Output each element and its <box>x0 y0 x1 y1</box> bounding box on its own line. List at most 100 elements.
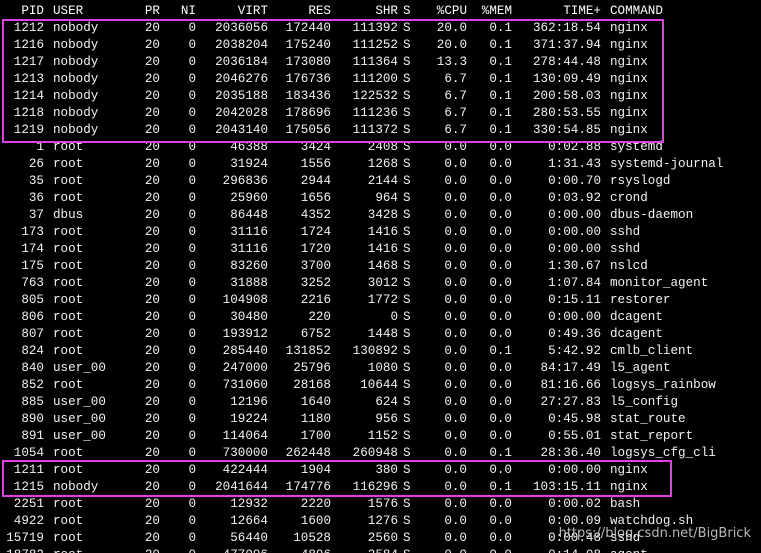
header-ni[interactable]: NI <box>166 3 196 20</box>
cell-mem: 0.0 <box>472 547 512 553</box>
cell-res: 2944 <box>300 174 331 188</box>
cell-ni: 0 <box>188 174 196 188</box>
cell-command: bash <box>610 497 641 511</box>
process-row[interactable]: 852 root 20 0 731060 28168 10644 S 0.0 0.0 81:16.6… <box>0 377 761 394</box>
process-row[interactable]: 807 root 20 0 193912 6752 1448 S 0.0 0.0 0:49.36 dc… <box>0 326 761 343</box>
cell-s: S <box>403 106 411 120</box>
cell-mem: 0.0 <box>489 174 512 188</box>
process-row[interactable]: 174 root 20 0 31116 1720 1416 S 0.0 0.0 0:00.00 ssh… <box>0 241 761 258</box>
cell-pr: 20 <box>144 191 160 205</box>
cell-virt: 83260 <box>230 259 268 273</box>
header-virt[interactable]: VIRT <box>200 3 268 20</box>
process-row[interactable]: 1211 root 20 0 422444 1904 380 S 0.0 0.0 0:00.00 ng… <box>0 462 761 479</box>
cell-pid: 1211 <box>13 463 44 477</box>
cell-command: nginx <box>610 106 648 120</box>
cell-user: nobody <box>53 72 99 86</box>
cell-command: restorer <box>610 293 671 307</box>
process-row[interactable]: 1219 nobody 20 0 2043140 175056 111372 S 6.7 0.1 3… <box>0 122 761 139</box>
cell-mem: 0.1 <box>489 55 512 69</box>
process-row[interactable]: 885 user_00 20 0 12196 1640 624 S 0.0 0.0 27:27.83… <box>0 394 761 411</box>
cell-virt: 296836 <box>222 174 268 188</box>
process-row[interactable]: 805 root 20 0 104908 2216 1772 S 0.0 0.0 0:15.11 re… <box>0 292 761 309</box>
header-pr[interactable]: PR <box>130 3 160 20</box>
process-row[interactable]: 1213 nobody 20 0 2046276 176736 111200 S 6.7 0.1 1… <box>0 71 761 88</box>
header-pid[interactable]: PID <box>0 3 44 20</box>
header-time[interactable]: TIME+ <box>515 3 601 20</box>
header-mem[interactable]: %MEM <box>472 3 512 20</box>
process-row[interactable]: 18782root20047709648962584S0.00.00:14.08… <box>0 547 761 553</box>
process-row[interactable]: 1215 nobody 20 0 2041644 174776 116296 S 0.0 0.1 1… <box>0 479 761 496</box>
cell-res: 25796 <box>293 361 331 375</box>
process-row[interactable]: 26 root 20 0 31924 1556 1268 S 0.0 0.0 1:31.43 syst… <box>0 156 761 173</box>
process-row[interactable]: 1212 nobody 20 0 2036056 172440 111392 S 20.0 0.1… <box>0 20 761 37</box>
header-cpu[interactable]: %CPU <box>420 3 467 20</box>
cell-shr: 130892 <box>352 344 398 358</box>
cell-res: 262448 <box>285 446 331 460</box>
cell-s: S <box>403 327 411 341</box>
cell-mem: 0.1 <box>489 21 512 35</box>
cell-ni: 0 <box>188 38 196 52</box>
cell-shr: 111392 <box>352 21 398 35</box>
cell-time: 200:58.03 <box>532 89 601 103</box>
header-res[interactable]: RES <box>275 3 331 20</box>
process-row[interactable]: 891 user_00 20 0 114064 1700 1152 S 0.0 0.0 0:55.0… <box>0 428 761 445</box>
process-row[interactable]: 763 root 20 0 31888 3252 3012 S 0.0 0.0 1:07.84 mon… <box>0 275 761 292</box>
cell-cpu: 0.0 <box>444 446 467 460</box>
cell-cpu: 6.7 <box>444 89 467 103</box>
cell-virt: 477096 <box>200 547 268 553</box>
process-row[interactable]: 35 root 20 0 296836 2944 2144 S 0.0 0.0 0:00.70 rsy… <box>0 173 761 190</box>
cell-time: 0:00.00 <box>548 310 601 324</box>
process-row[interactable]: 1214 nobody 20 0 2035188 183436 122532 S 6.7 0.1 2… <box>0 88 761 105</box>
cell-command: crond <box>610 191 648 205</box>
process-row[interactable]: 1216 nobody 20 0 2038204 175240 111252 S 20.0 0.1… <box>0 37 761 54</box>
process-row[interactable]: 824 root 20 0 285440 131852 130892 S 0.0 0.1 5:42.… <box>0 343 761 360</box>
cell-user: root <box>53 293 84 307</box>
cell-command: sshd <box>610 242 641 256</box>
process-row[interactable]: 2251 root 20 0 12932 2220 1576 S 0.0 0.0 0:00.02 ba… <box>0 496 761 513</box>
cell-cpu: 0.0 <box>444 531 467 545</box>
cell-user: nobody <box>53 106 99 120</box>
header-shr[interactable]: SHR <box>336 3 398 20</box>
cell-user: nobody <box>53 480 99 494</box>
cell-shr: 111200 <box>352 72 398 86</box>
cell-user: dbus <box>53 208 84 222</box>
cell-virt: 31888 <box>230 276 268 290</box>
process-row[interactable]: 175 root 20 0 83260 3700 1468 S 0.0 0.0 1:30.67 nsl… <box>0 258 761 275</box>
cell-res: 220 <box>308 310 331 324</box>
cell-ni: 0 <box>188 293 196 307</box>
cell-pr: 20 <box>144 38 160 52</box>
cell-ni: 0 <box>188 208 196 222</box>
cell-cpu: 0.0 <box>444 463 467 477</box>
cell-virt: 104908 <box>222 293 268 307</box>
cell-command: systemd-journal <box>610 157 724 171</box>
process-row[interactable]: 1054 root 20 0 730000 262448 260948 S 0.0 0.1 28:3… <box>0 445 761 462</box>
header-state[interactable]: S <box>403 3 417 20</box>
process-row[interactable]: 806 root 20 0 30480 220 0 S 0.0 0.0 0:00.00 dcagent <box>0 309 761 326</box>
header-command[interactable]: COMMAND <box>610 3 760 20</box>
cell-ni: 0 <box>188 395 196 409</box>
cell-command: l5_agent <box>610 361 671 375</box>
process-row[interactable]: 36 root 20 0 25960 1656 964 S 0.0 0.0 0:03.92 crond <box>0 190 761 207</box>
cell-pid: 885 <box>21 395 44 409</box>
process-row[interactable]: 1 root 20 0 46388 3424 2408 S 0.0 0.0 0:02.88 syste… <box>0 139 761 156</box>
process-row[interactable]: 890 user_00 20 0 19224 1180 956 S 0.0 0.0 0:45.98 s… <box>0 411 761 428</box>
cell-cpu: 0.0 <box>444 174 467 188</box>
cell-virt: 730000 <box>222 446 268 460</box>
cell-shr: 624 <box>375 395 398 409</box>
cell-shr: 2584 <box>336 547 398 553</box>
process-row[interactable]: 1217 nobody 20 0 2036184 173080 111364 S 13.3 0.1… <box>0 54 761 71</box>
process-row[interactable]: 840 user_00 20 0 247000 25796 1080 S 0.0 0.0 84:17… <box>0 360 761 377</box>
cell-pid: 175 <box>21 259 44 273</box>
cell-time: 1:31.43 <box>548 157 601 171</box>
cell-command: rsyslogd <box>610 174 671 188</box>
process-row[interactable]: 1218 nobody 20 0 2042028 178696 111236 S 6.7 0.1 2… <box>0 105 761 122</box>
cell-cpu: 0.0 <box>444 293 467 307</box>
cell-virt: 19224 <box>230 412 268 426</box>
column-header-row: PID USER PR NI VIRT RES SHR S %CPU %MEM … <box>0 3 761 20</box>
cell-s: S <box>403 446 411 460</box>
process-row[interactable]: 173 root 20 0 31116 1724 1416 S 0.0 0.0 0:00.00 ssh… <box>0 224 761 241</box>
process-row[interactable]: 37 dbus 20 0 86448 4352 3428 S 0.0 0.0 0:00.00 dbus… <box>0 207 761 224</box>
cell-mem: 0.0 <box>489 412 512 426</box>
header-user[interactable]: USER <box>53 3 133 20</box>
cell-pid: 1216 <box>13 38 44 52</box>
